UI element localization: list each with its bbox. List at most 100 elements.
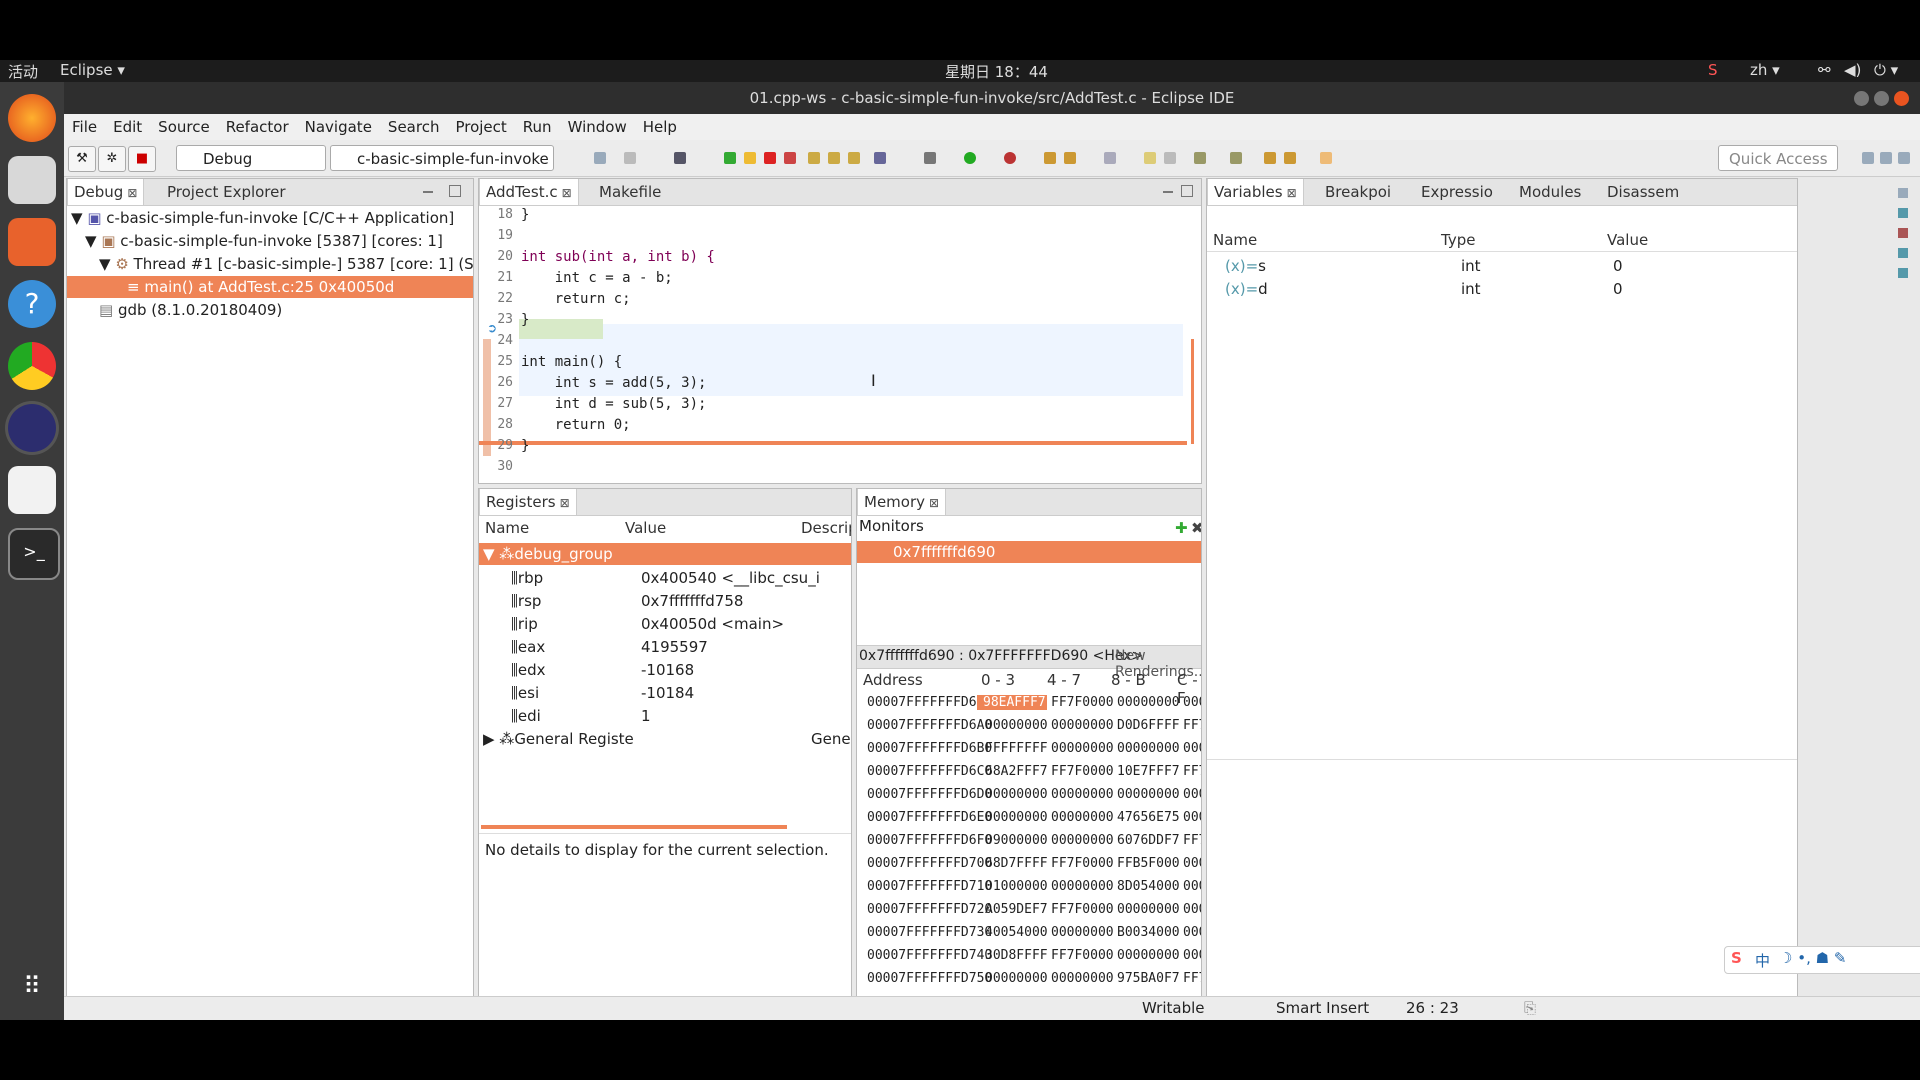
tab-registers[interactable]: Registers ⊠	[479, 489, 577, 515]
menu-navigate[interactable]: Navigate	[297, 114, 380, 140]
mem-header-8-b[interactable]: 8 - B	[1111, 671, 1146, 689]
eclipse-icon[interactable]	[8, 404, 56, 452]
quick-access-input[interactable]: Quick Access	[1718, 145, 1838, 171]
variable-row[interactable]: (x)=d	[1225, 280, 1268, 298]
tab-makefile[interactable]: Makefile	[593, 179, 667, 205]
register-row[interactable]: ⫼rbp	[511, 569, 543, 587]
app-menu[interactable]: Eclipse ▾	[60, 61, 125, 79]
header-type[interactable]: Type	[1441, 231, 1475, 249]
register-value[interactable]: -10184	[641, 684, 694, 702]
stop-icon[interactable]	[764, 152, 776, 164]
trim-console-icon[interactable]	[1898, 228, 1908, 238]
terminate-icon[interactable]: ■	[128, 146, 156, 172]
reg-header-description[interactable]: Descrip	[801, 519, 851, 537]
tab-project-explorer[interactable]: Project Explorer	[161, 179, 292, 205]
menu-help[interactable]: Help	[635, 114, 685, 140]
software-center-icon[interactable]	[8, 218, 56, 266]
register-row[interactable]: ⫼rsp	[511, 592, 541, 610]
next-annotation-icon[interactable]	[1194, 152, 1206, 164]
clock[interactable]: 星期日 18：44	[945, 61, 1048, 82]
register-group-general[interactable]: ▶ ⁂General Registe	[483, 730, 634, 748]
trim-problems-icon[interactable]	[1898, 268, 1908, 278]
register-value[interactable]: 1	[641, 707, 651, 725]
register-row[interactable]: ⫼rip	[511, 615, 538, 633]
language-indicator[interactable]: zh ▾	[1750, 61, 1780, 79]
activities-button[interactable]: 活动	[8, 61, 38, 82]
menu-project[interactable]: Project	[447, 114, 514, 140]
variable-value[interactable]: 0	[1613, 257, 1623, 275]
mem-header-0-3[interactable]: 0 - 3	[981, 671, 1015, 689]
resume-icon[interactable]	[724, 152, 736, 164]
register-value[interactable]: 0x400540 <__libc_csu_i	[641, 569, 820, 587]
trim-tasks-icon[interactable]	[1898, 248, 1908, 258]
menu-edit[interactable]: Edit	[105, 114, 150, 140]
tree-item-gdb[interactable]: ▤ gdb (8.1.0.20180409)	[99, 301, 282, 319]
tab-expressions[interactable]: Expressio	[1415, 179, 1499, 205]
toggle-mark-icon[interactable]	[1164, 152, 1176, 164]
memory-cell-selected[interactable]: 98EAFFF7	[977, 695, 1047, 710]
instruction-step-icon[interactable]	[874, 152, 886, 164]
register-row[interactable]: ⫼edi	[511, 707, 541, 725]
reg-header-value[interactable]: Value	[625, 519, 666, 537]
tab-debug[interactable]: Debug ⊠	[67, 179, 145, 205]
minimize-view-icon[interactable]	[423, 191, 433, 203]
header-name[interactable]: Name	[1213, 231, 1257, 249]
open-folder-icon[interactable]	[1064, 152, 1076, 164]
power-icon[interactable]: ⏻ ▾	[1874, 61, 1898, 79]
maximize-editor-icon[interactable]	[1181, 185, 1193, 197]
text-editor-icon[interactable]	[8, 466, 56, 514]
trim-restore-icon[interactable]	[1898, 188, 1908, 198]
forward-icon[interactable]	[1320, 152, 1332, 164]
app-grid-icon[interactable]: ⠿	[8, 962, 56, 1010]
menu-refactor[interactable]: Refactor	[218, 114, 297, 140]
ime-punct-icon[interactable]: ☽ •, ☗ ✎	[1779, 949, 1846, 967]
register-value[interactable]: -10168	[641, 661, 694, 679]
editor-horizontal-scrollbar[interactable]	[479, 441, 1187, 445]
tree-item-thread[interactable]: ▼ ⚙ Thread #1 [c-basic-simple-] 5387 [co…	[99, 255, 473, 273]
perspective-debug-icon[interactable]	[1880, 152, 1892, 164]
variable-row[interactable]: (x)=s	[1225, 257, 1266, 275]
editor-vertical-scrollbar[interactable]	[1191, 339, 1194, 444]
register-value[interactable]: 0x7fffffffd758	[641, 592, 743, 610]
minimize-button[interactable]	[1854, 91, 1869, 106]
tab-hex-rendering[interactable]: 0x7fffffffd690 : 0x7FFFFFFFD690 <Hex>	[859, 648, 1143, 664]
debug-run-icon[interactable]	[924, 152, 936, 164]
mem-header-4-7[interactable]: 4 - 7	[1047, 671, 1081, 689]
firefox-icon[interactable]	[8, 94, 56, 142]
build-icon[interactable]: ⚒	[68, 146, 96, 172]
tab-breakpoints[interactable]: Breakpoi	[1319, 179, 1397, 205]
volume-icon[interactable]: ◀)	[1844, 61, 1861, 79]
open-perspective-icon[interactable]	[1898, 152, 1910, 164]
new-icon[interactable]	[594, 152, 606, 164]
launch-config-select[interactable]: c-basic-simple-fun-invoke	[330, 145, 554, 171]
prev-annotation-icon[interactable]	[1230, 152, 1242, 164]
debug-bug-icon[interactable]: ✲	[98, 146, 126, 172]
tab-memory[interactable]: Memory ⊠	[857, 489, 947, 515]
disconnect-icon[interactable]	[784, 152, 796, 164]
suspend-icon[interactable]	[744, 152, 756, 164]
tree-item-stack-frame[interactable]: ≡ main() at AddTest.c:25 0x40050d	[67, 276, 473, 298]
tree-item-launch[interactable]: ▼ ▣ c-basic-simple-fun-invoke [C/C++ App…	[71, 209, 454, 227]
external-tools-icon[interactable]	[1004, 152, 1016, 164]
annotation-icon[interactable]	[1144, 152, 1156, 164]
menu-file[interactable]: File	[64, 114, 105, 140]
ime-mode-label[interactable]: 中	[1755, 950, 1770, 971]
launch-mode-select[interactable]: Debug	[176, 145, 326, 171]
sogou-tray-icon[interactable]: S	[1708, 61, 1718, 79]
reg-header-name[interactable]: Name	[485, 519, 529, 537]
monitor-item[interactable]: 0x7fffffffd690	[857, 541, 1201, 563]
menu-run[interactable]: Run	[515, 114, 560, 140]
remove-monitor-icon[interactable]: ✖	[1191, 519, 1201, 537]
header-value[interactable]: Value	[1607, 231, 1648, 249]
register-value[interactable]: 0x40050d <main>	[641, 615, 784, 633]
step-return-icon[interactable]	[848, 152, 860, 164]
register-row[interactable]: ⫼eax	[511, 638, 545, 656]
open-type-icon[interactable]	[1044, 152, 1056, 164]
search-tool-icon[interactable]	[1104, 152, 1116, 164]
files-icon[interactable]	[8, 156, 56, 204]
close-button[interactable]	[1894, 91, 1909, 106]
console-icon[interactable]	[674, 152, 686, 164]
tree-item-process[interactable]: ▼ ▣ c-basic-simple-fun-invoke [5387] [co…	[85, 232, 443, 250]
menu-window[interactable]: Window	[560, 114, 635, 140]
network-icon[interactable]: ⚯	[1818, 61, 1831, 79]
